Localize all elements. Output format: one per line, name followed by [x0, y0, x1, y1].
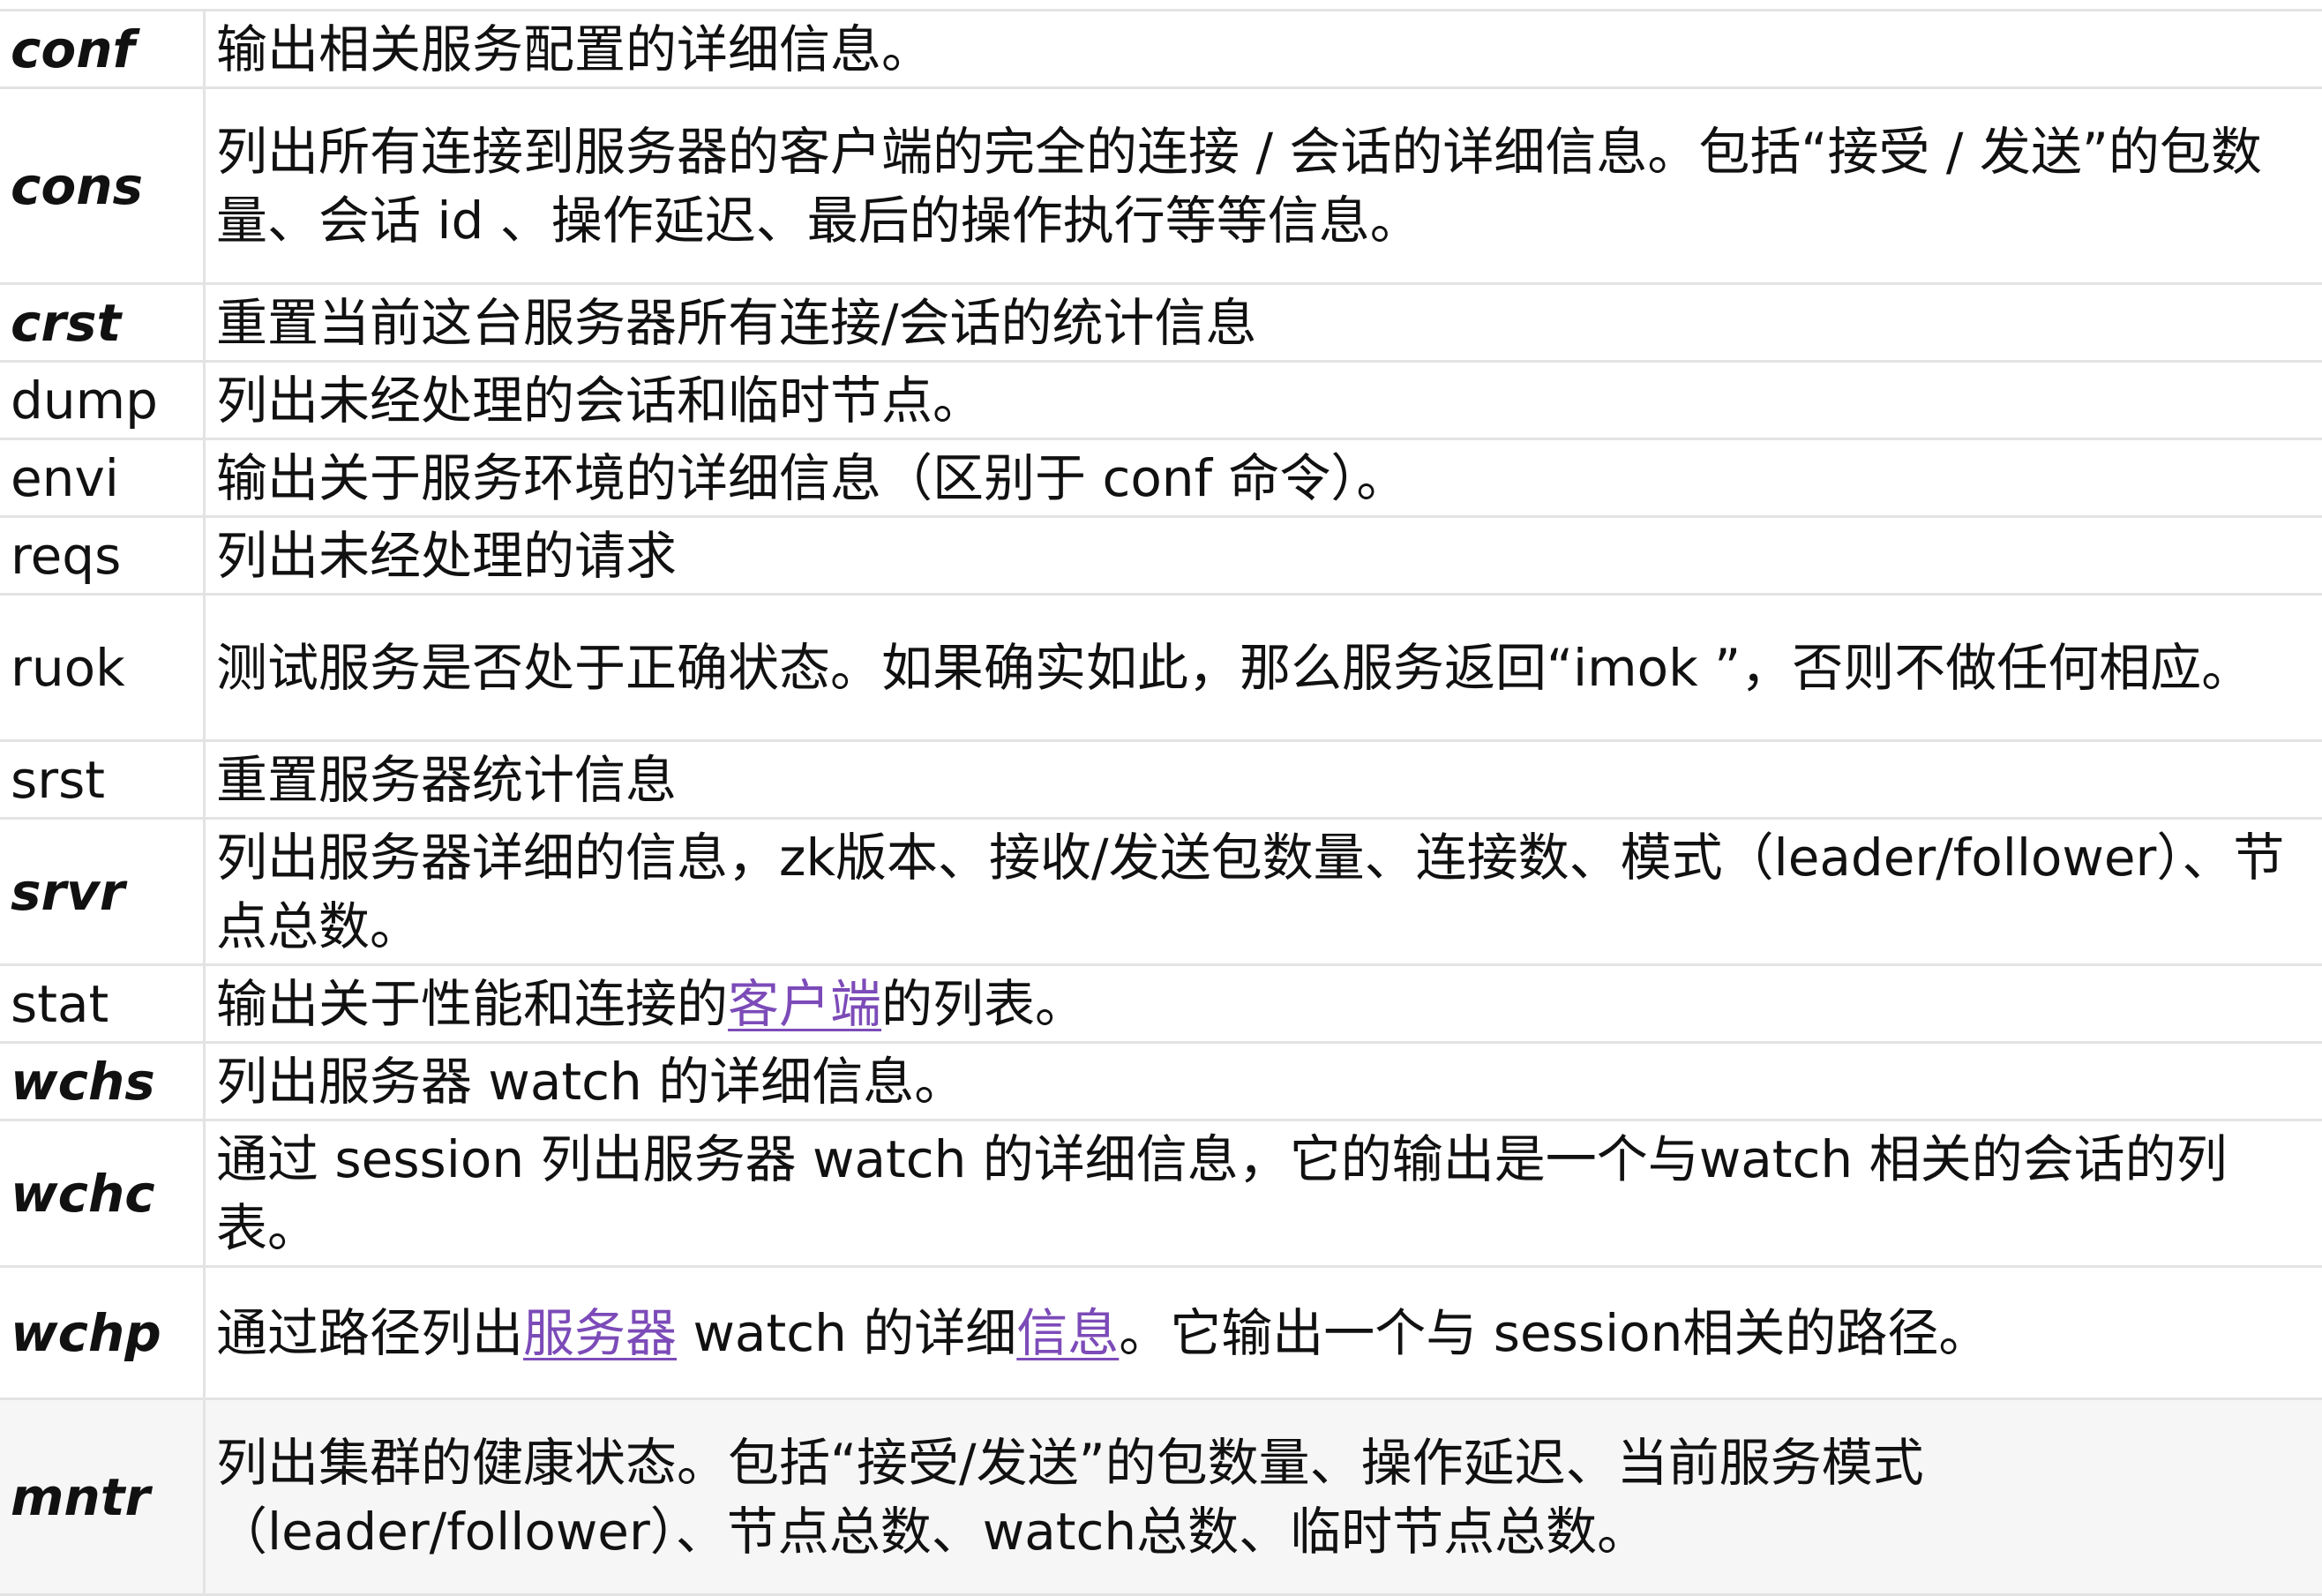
command-description: 输出相关服务配置的详细信息。: [204, 9, 2322, 89]
table-row: wchs 列出服务器 watch 的详细信息。: [0, 1041, 2322, 1121]
table-row: envi 输出关于服务环境的详细信息（区别于 conf 命令）。: [0, 438, 2322, 518]
command-description: 列出未经处理的请求: [204, 515, 2322, 596]
server-link[interactable]: 服务器: [523, 1303, 677, 1363]
command-description: 输出关于性能和连接的客户端的列表。: [204, 963, 2322, 1044]
command-name: mntr: [0, 1397, 206, 1596]
description-text: 通过路径列出: [216, 1302, 524, 1363]
command-name: ruok: [0, 593, 206, 742]
command-description: 列出所有连接到服务器的客户端的完全的连接 / 会话的详细信息。包括“接受 / 发…: [204, 86, 2322, 285]
command-name: srvr: [0, 817, 206, 966]
description-text: 输出关于性能和连接的: [216, 973, 729, 1034]
table-row: mntr 列出集群的健康状态。包括“接受/发送”的包数量、操作延迟、当前服务模式…: [0, 1397, 2322, 1596]
command-name: wchs: [0, 1041, 206, 1121]
command-name: cons: [0, 86, 206, 285]
description-text: 的列表。: [881, 973, 1087, 1034]
table-row: reqs 列出未经处理的请求: [0, 515, 2322, 596]
command-name: dump: [0, 360, 206, 440]
command-name: stat: [0, 963, 206, 1044]
command-description: 输出关于服务环境的详细信息（区别于 conf 命令）。: [204, 438, 2322, 518]
table-row: srvr 列出服务器详细的信息，zk版本、接收/发送包数量、连接数、模式（lea…: [0, 817, 2322, 966]
command-name: conf: [0, 9, 206, 89]
command-description: 重置服务器统计信息: [204, 739, 2322, 820]
command-description: 通过路径列出服务器 watch 的详细信息。它输出一个与 session相关的路…: [204, 1265, 2322, 1400]
command-name: srst: [0, 739, 206, 820]
table-row: wchp 通过路径列出服务器 watch 的详细信息。它输出一个与 sessio…: [0, 1265, 2322, 1400]
command-name: reqs: [0, 515, 206, 596]
client-link[interactable]: 客户端: [728, 974, 881, 1034]
description-text: 。它输出一个与 session相关的路径。: [1119, 1302, 1990, 1363]
table-row: wchc 通过 session 列出服务器 watch 的详细信息，它的输出是一…: [0, 1119, 2322, 1268]
commands-table: conf 输出相关服务配置的详细信息。 cons 列出所有连接到服务器的客户端的…: [0, 9, 2322, 1596]
command-description: 测试服务是否处于正确状态。如果确实如此，那么服务返回“imok ”，否则不做任何…: [204, 593, 2322, 742]
command-description: 通过 session 列出服务器 watch 的详细信息，它的输出是一个与wat…: [204, 1119, 2322, 1268]
command-name: wchp: [0, 1265, 206, 1400]
table-row: crst 重置当前这台服务器所有连接/会话的统计信息: [0, 282, 2322, 363]
command-name: wchc: [0, 1119, 206, 1268]
table-row: srst 重置服务器统计信息: [0, 739, 2322, 820]
command-description: 列出集群的健康状态。包括“接受/发送”的包数量、操作延迟、当前服务模式（lead…: [204, 1397, 2322, 1596]
command-description: 列出未经处理的会话和临时节点。: [204, 360, 2322, 440]
command-description: 列出服务器详细的信息，zk版本、接收/发送包数量、连接数、模式（leader/f…: [204, 817, 2322, 966]
table-row: stat 输出关于性能和连接的客户端的列表。: [0, 963, 2322, 1044]
command-description: 重置当前这台服务器所有连接/会话的统计信息: [204, 282, 2322, 363]
description-text: watch 的详细: [677, 1302, 1017, 1363]
table-row: dump 列出未经处理的会话和临时节点。: [0, 360, 2322, 440]
table-row: conf 输出相关服务配置的详细信息。: [0, 9, 2322, 89]
info-link[interactable]: 信息: [1016, 1303, 1119, 1363]
table-row: ruok 测试服务是否处于正确状态。如果确实如此，那么服务返回“imok ”，否…: [0, 593, 2322, 742]
table-row: cons 列出所有连接到服务器的客户端的完全的连接 / 会话的详细信息。包括“接…: [0, 86, 2322, 285]
command-name: envi: [0, 438, 206, 518]
command-description: 列出服务器 watch 的详细信息。: [204, 1041, 2322, 1121]
command-name: crst: [0, 282, 206, 363]
